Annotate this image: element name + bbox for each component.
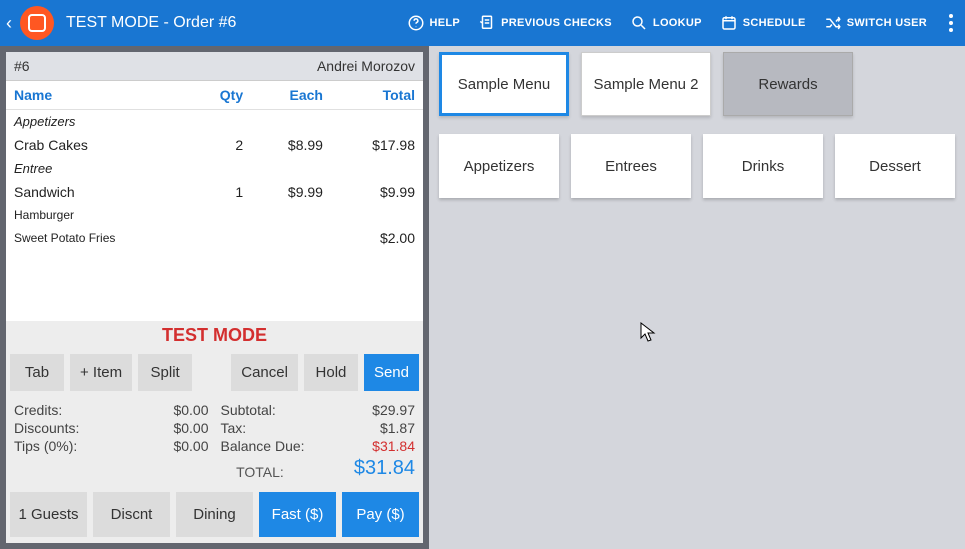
col-each: Each [251, 81, 331, 110]
receipt-icon [478, 14, 496, 32]
search-icon [630, 14, 648, 32]
total-label: TOTAL: [236, 464, 284, 480]
category-appetizers[interactable]: Appetizers [439, 134, 559, 198]
total-value: $31.84 [354, 457, 415, 480]
category-dessert[interactable]: Dessert [835, 134, 955, 198]
shuffle-icon [824, 14, 842, 32]
cancel-button[interactable]: Cancel [231, 354, 298, 391]
help-label: HELP [430, 17, 461, 29]
page-title: TEST MODE - Order #6 [66, 14, 401, 32]
send-button[interactable]: Send [364, 354, 419, 391]
col-total: Total [331, 81, 423, 110]
top-bar: ‹ TEST MODE - Order #6 HELP PREVIOUS CHE… [0, 0, 965, 46]
top-actions: HELP PREVIOUS CHECKS LOOKUP SCHEDULE SWI… [407, 10, 957, 36]
fast-cash-button[interactable]: Fast ($) [259, 492, 336, 537]
test-mode-banner: TEST MODE [6, 321, 423, 350]
schedule-label: SCHEDULE [743, 17, 806, 29]
category-entrees[interactable]: Entrees [571, 134, 691, 198]
menu-tab-rewards[interactable]: Rewards [723, 52, 853, 116]
pay-button[interactable]: Pay ($) [342, 492, 419, 537]
overflow-menu-icon[interactable] [945, 10, 957, 36]
previous-checks-button[interactable]: PREVIOUS CHECKS [478, 14, 612, 32]
menu-tabs: Sample Menu Sample Menu 2 Rewards [439, 52, 955, 116]
add-item-button[interactable]: + Item [70, 354, 132, 391]
discount-button[interactable]: Discnt [93, 492, 170, 537]
tab-button[interactable]: Tab [10, 354, 64, 391]
split-button[interactable]: Split [138, 354, 192, 391]
section-label: Appetizers [6, 110, 423, 134]
order-items[interactable]: Name Qty Each Total Appetizers Crab Cake… [6, 81, 423, 321]
menu-tab-sample2[interactable]: Sample Menu 2 [581, 52, 711, 116]
guests-button[interactable]: 1 Guests [10, 492, 87, 537]
hold-button[interactable]: Hold [304, 354, 358, 391]
category-row: Appetizers Entrees Drinks Dessert [439, 134, 955, 198]
order-panel: #6 Andrei Morozov Name Qty Each Total Ap… [0, 46, 429, 549]
balance-due-value: $31.84 [372, 438, 415, 454]
order-modifier[interactable]: Hamburger [6, 204, 423, 226]
lookup-button[interactable]: LOOKUP [630, 14, 702, 32]
section-label: Entree [6, 157, 423, 180]
calendar-icon [720, 14, 738, 32]
col-qty: Qty [190, 81, 252, 110]
order-line[interactable]: Sandwich 1 $9.99 $9.99 [6, 180, 423, 204]
lookup-label: LOOKUP [653, 17, 702, 29]
footer-row: 1 Guests Discnt Dining Fast ($) Pay ($) [6, 486, 423, 543]
back-icon[interactable]: ‹ [4, 13, 14, 34]
schedule-button[interactable]: SCHEDULE [720, 14, 806, 32]
previous-checks-label: PREVIOUS CHECKS [501, 17, 612, 29]
menu-panel: Sample Menu Sample Menu 2 Rewards Appeti… [429, 46, 965, 549]
help-button[interactable]: HELP [407, 14, 461, 32]
switch-user-label: SWITCH USER [847, 17, 927, 29]
server-name: Andrei Morozov [317, 58, 415, 74]
action-row: Tab + Item Split Cancel Hold Send [6, 350, 423, 397]
category-drinks[interactable]: Drinks [703, 134, 823, 198]
col-name: Name [6, 81, 190, 110]
order-number: #6 [14, 58, 30, 74]
help-icon [407, 14, 425, 32]
order-header: #6 Andrei Morozov [6, 52, 423, 81]
dining-button[interactable]: Dining [176, 492, 253, 537]
totals-section: Credits:$0.00 Discounts:$0.00 Tips (0%):… [6, 397, 423, 486]
menu-tab-sample[interactable]: Sample Menu [439, 52, 569, 116]
order-line[interactable]: Crab Cakes 2 $8.99 $17.98 [6, 133, 423, 157]
switch-user-button[interactable]: SWITCH USER [824, 14, 927, 32]
order-modifier[interactable]: Sweet Potato Fries $2.00 [6, 226, 423, 250]
app-logo[interactable] [20, 6, 54, 40]
